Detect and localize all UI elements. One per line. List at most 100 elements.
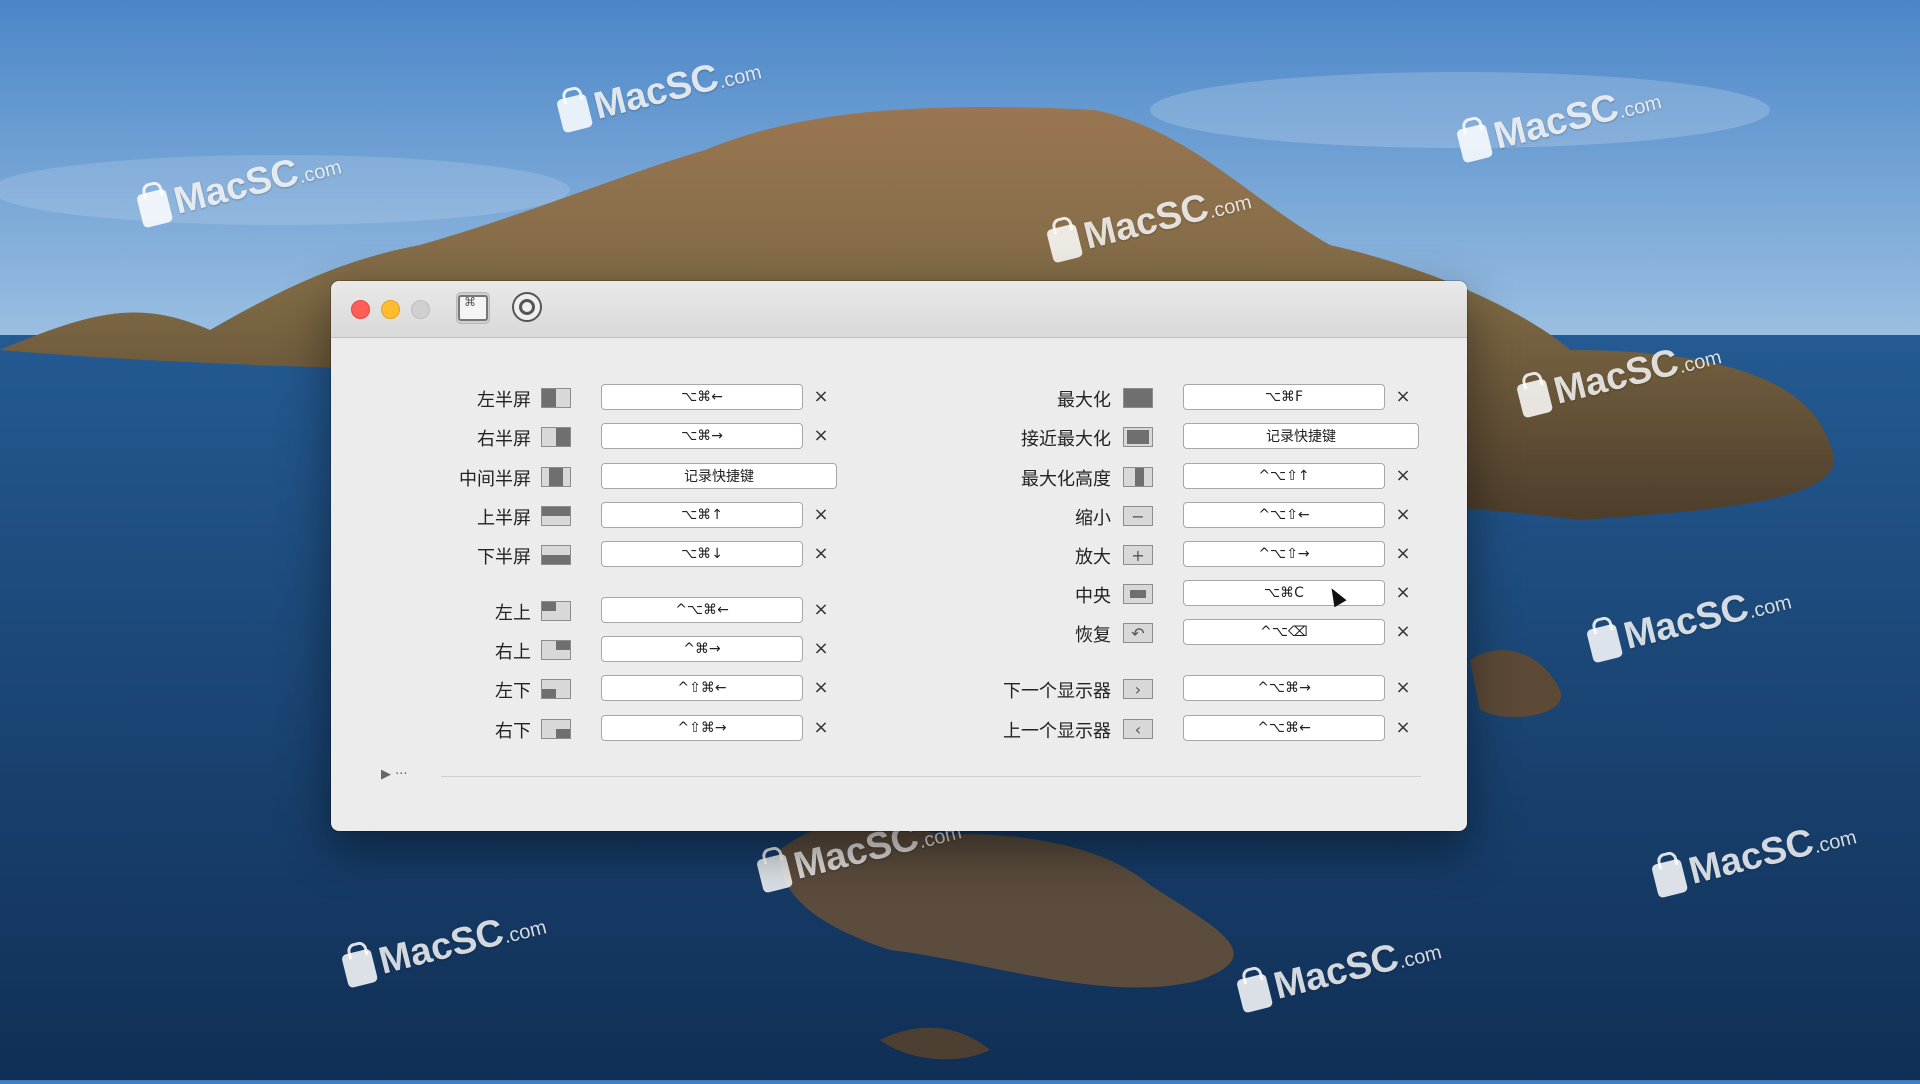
maximize-height-icon (1123, 467, 1153, 487)
shortcut-label: 恢复 (1075, 625, 1111, 646)
zoom-button[interactable] (411, 300, 430, 319)
shortcut-label: 左下 (495, 681, 531, 702)
shortcut-label: 中间半屏 (459, 469, 531, 490)
shortcut-row: 右下 (371, 715, 531, 742)
shortcut-label: 右半屏 (477, 429, 531, 450)
bottom-right-icon (541, 719, 571, 739)
watermark: MacSC.com (1585, 576, 1795, 668)
gear-icon (512, 292, 542, 322)
clear-shortcut-button[interactable]: × (807, 637, 835, 661)
shortcut-field[interactable]: ⌥⌘F (1183, 384, 1385, 410)
bottom-half-icon (541, 545, 571, 565)
shortcut-label: 接近最大化 (1021, 429, 1111, 450)
shortcut-field[interactable]: ^⌥⌫ (1183, 619, 1385, 645)
title-bar[interactable] (331, 281, 1467, 338)
shortcut-field[interactable]: ^⌥⇧→ (1183, 541, 1385, 567)
top-half-icon (541, 506, 571, 526)
shortcut-row: 最大化 (951, 384, 1111, 411)
shortcut-field[interactable]: ^⇧⌘→ (601, 715, 803, 741)
shortcut-field[interactable]: ^⌥⇧↑ (1183, 463, 1385, 489)
clear-shortcut-button[interactable]: × (807, 598, 835, 622)
clear-shortcut-button[interactable]: × (1389, 385, 1417, 409)
shortcut-row: 左下 (371, 675, 531, 702)
previous-display-icon: ‹ (1123, 719, 1153, 739)
bottom-left-icon (541, 679, 571, 699)
clear-shortcut-button[interactable]: × (1389, 620, 1417, 644)
clear-shortcut-button[interactable]: × (1389, 676, 1417, 700)
shortcut-row: 缩小 (951, 502, 1111, 529)
shortcut-row: 下一个显示器 (951, 675, 1111, 702)
record-shortcut-button[interactable]: 记录快捷键 (1183, 423, 1419, 449)
settings-window: 左半屏⌥⌘←×右半屏⌥⌘→×中间半屏记录快捷键上半屏⌥⌘↑×下半屏⌥⌘↓×左上^… (331, 281, 1467, 831)
restore-icon: ↶ (1123, 623, 1153, 643)
shortcut-label: 上半屏 (477, 508, 531, 529)
watermark: MacSC.com (1045, 176, 1255, 268)
shortcut-row: 最大化高度 (951, 463, 1111, 490)
shortcut-field[interactable]: ^⌥⇧← (1183, 502, 1385, 528)
watermark: MacSC.com (1650, 811, 1860, 903)
watermark: MacSC.com (340, 901, 550, 993)
shortcuts-tab[interactable] (456, 292, 490, 324)
watermark: MacSC.com (1515, 331, 1725, 423)
shortcut-row: 放大 (951, 541, 1111, 568)
shortcut-label: 下半屏 (477, 547, 531, 568)
shortcut-field[interactable]: ^⌥⌘← (601, 597, 803, 623)
minimize-button[interactable] (381, 300, 400, 319)
next-display-icon: › (1123, 679, 1153, 699)
center-icon (1123, 584, 1153, 604)
clear-shortcut-button[interactable]: × (807, 676, 835, 700)
watermark: MacSC.com (1235, 926, 1445, 1018)
shortcut-label: 右下 (495, 721, 531, 742)
shortcut-field[interactable]: ^⌥⌘→ (1183, 675, 1385, 701)
clear-shortcut-button[interactable]: × (1389, 716, 1417, 740)
close-button[interactable] (351, 300, 370, 319)
left-half-icon (541, 388, 571, 408)
shortcut-label: 最大化 (1057, 390, 1111, 411)
clear-shortcut-button[interactable]: × (807, 716, 835, 740)
shrink-icon: − (1123, 506, 1153, 526)
shortcut-row: 中央 (951, 580, 1111, 607)
watermark: MacSC.com (135, 141, 345, 233)
preferences-tab[interactable] (511, 292, 543, 322)
shortcut-label: 下一个显示器 (1003, 681, 1111, 702)
shortcut-label: 右上 (495, 642, 531, 663)
clear-shortcut-button[interactable]: × (807, 385, 835, 409)
watermark: MacSC.com (1455, 76, 1665, 168)
shortcut-field[interactable]: ⌥⌘↓ (601, 541, 803, 567)
clear-shortcut-button[interactable]: × (807, 503, 835, 527)
clear-shortcut-button[interactable]: × (1389, 503, 1417, 527)
shortcut-row: 接近最大化 (951, 423, 1111, 450)
enlarge-icon: + (1123, 545, 1153, 565)
footer-divider (441, 776, 1421, 777)
disclosure-button[interactable]: ▶ ··· (381, 767, 408, 782)
almost-maximize-icon (1123, 427, 1153, 447)
shortcut-row: 左半屏 (371, 384, 531, 411)
shortcut-row: 上一个显示器 (951, 715, 1111, 742)
shortcut-field[interactable]: ^⌥⌘← (1183, 715, 1385, 741)
shortcut-field[interactable]: ^⌘→ (601, 636, 803, 662)
shortcut-field[interactable]: ^⇧⌘← (601, 675, 803, 701)
shortcut-field[interactable]: ⌥⌘C (1183, 580, 1385, 606)
shortcut-row: 中间半屏 (371, 463, 531, 490)
shortcut-label: 中央 (1075, 586, 1111, 607)
record-shortcut-button[interactable]: 记录快捷键 (601, 463, 837, 489)
clear-shortcut-button[interactable]: × (807, 424, 835, 448)
shortcut-row: 左上 (371, 597, 531, 624)
shortcut-row: 右上 (371, 636, 531, 663)
clear-shortcut-button[interactable]: × (1389, 581, 1417, 605)
watermark: MacSC.com (555, 46, 765, 138)
shortcut-label: 上一个显示器 (1003, 721, 1111, 742)
clear-shortcut-button[interactable]: × (1389, 542, 1417, 566)
shortcut-field[interactable]: ⌥⌘↑ (601, 502, 803, 528)
shortcut-field[interactable]: ⌥⌘→ (601, 423, 803, 449)
top-left-icon (541, 601, 571, 621)
clear-shortcut-button[interactable]: × (807, 542, 835, 566)
shortcut-row: 下半屏 (371, 541, 531, 568)
shortcut-label: 放大 (1075, 547, 1111, 568)
shortcut-field[interactable]: ⌥⌘← (601, 384, 803, 410)
shortcut-label: 左半屏 (477, 390, 531, 411)
shortcut-label: 最大化高度 (1021, 469, 1111, 490)
maximize-icon (1123, 388, 1153, 408)
shortcut-row: 上半屏 (371, 502, 531, 529)
clear-shortcut-button[interactable]: × (1389, 464, 1417, 488)
